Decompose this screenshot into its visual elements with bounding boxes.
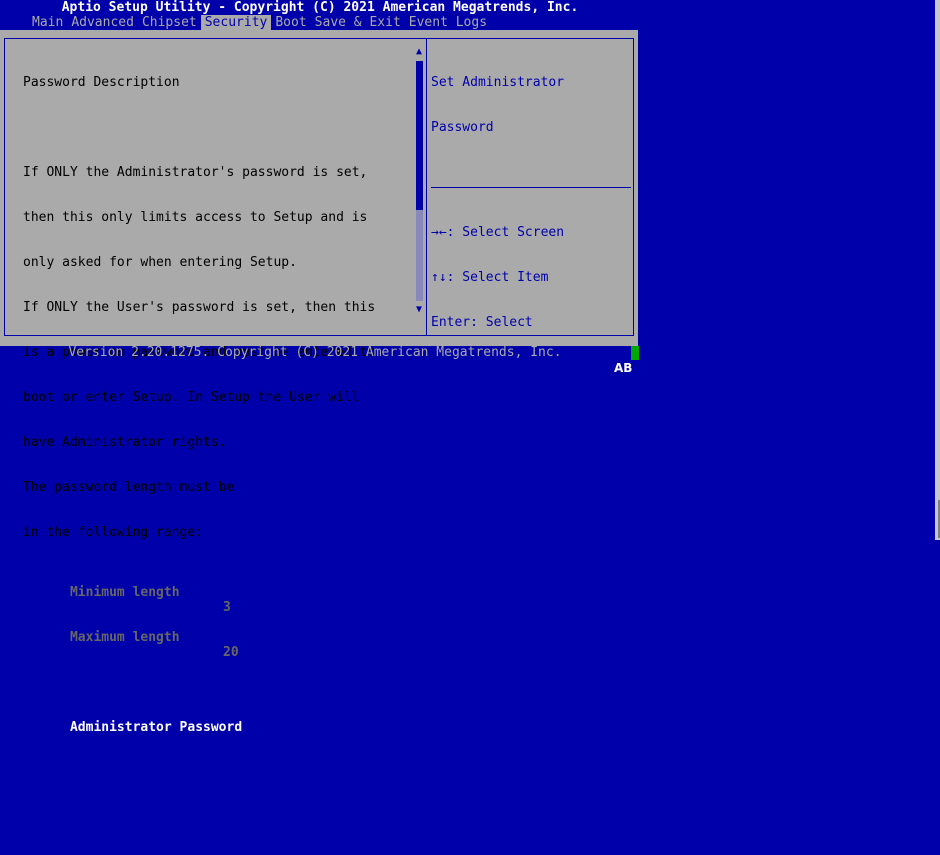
tab-security[interactable]: Security [200,15,272,30]
description-line: have Administrator rights. [23,435,227,450]
help-text: Set Administrator Password [431,45,564,165]
key-enter-select: Enter: Select [431,315,533,330]
max-length-row: Maximum length 20 [23,615,375,660]
version-footer: Version 2.20.1275. Copyright (C) 2021 Am… [68,345,562,360]
list-scrollbar[interactable]: ▲ ▼ [414,46,424,318]
description-line: If ONLY the Administrator's password is … [23,165,368,180]
min-length-row: Minimum length 3 [23,570,375,615]
scroll-up-icon[interactable]: ▲ [414,46,424,58]
app-title: Aptio Setup Utility - Copyright (C) 2021… [61,0,579,15]
scrollbar-track[interactable] [416,61,423,301]
description-line: If ONLY the User's password is set, then… [23,300,376,315]
help-divider [431,187,631,188]
vertical-divider [426,38,427,336]
description-line: then this only limits access to Setup an… [23,210,368,225]
status-indicator [631,346,639,360]
scroll-down-icon[interactable]: ▼ [414,304,424,316]
key-esc-exit: ESC: Exit [431,585,502,600]
main-panel: Password Description If ONLY the Adminis… [0,30,638,840]
user-password-item[interactable]: User Password [23,750,375,780]
description-line: The password length must be [23,480,235,495]
item-label: Administrator Password [69,720,243,735]
key-select-item: ↑↓: Select Item [431,270,549,285]
tab-save-exit[interactable]: Save & Exit [311,15,405,30]
help-line: Set Administrator [431,75,565,90]
settings-list: Password Description If ONLY the Adminis… [23,45,375,840]
tab-boot[interactable]: Boot [271,15,310,30]
max-length-label: Maximum length [69,630,180,645]
description-line: boot or enter Setup. In Setup the User w… [23,390,360,405]
key-change-opt: +/-: Change Opt. [431,360,557,375]
tab-event-logs[interactable]: Event Logs [405,15,491,30]
max-length-value: 20 [223,645,239,660]
description-heading: Password Description [23,75,180,90]
help-line: Password [431,120,494,135]
key-general-help: F1: General Help [431,405,557,420]
item-label: HDD BootSector Write [69,810,227,825]
menu-bar: Main Advanced Chipset Security Boot Save… [28,15,491,30]
key-legend: →←: Select Screen ↑↓: Select Item Enter:… [431,195,603,630]
description-line: in the following range: [23,525,204,540]
min-length-value: 3 [223,600,231,615]
scrollbar-thumb[interactable] [416,61,423,210]
administrator-password-item[interactable]: Administrator Password [23,705,375,735]
description-line: only asked for when entering Setup. [23,255,297,270]
tab-main[interactable]: Main [28,15,67,30]
item-label: User Password [69,765,172,780]
post-code: AB [614,361,633,375]
hdd-bootsector-write-item[interactable]: HDD BootSector Write [Normal] [23,795,375,840]
key-select-screen: →←: Select Screen [431,225,565,240]
tab-advanced[interactable]: Advanced [67,15,138,30]
key-save-exit: F4: Save & Exit [431,540,549,555]
min-length-label: Minimum length [69,585,180,600]
hdd-bootsector-write-value[interactable]: [Normal] [223,825,286,840]
tab-chipset[interactable]: Chipset [138,15,201,30]
right-edge-scrollbar[interactable] [935,0,940,540]
key-previous-values: F2: Previous Values [431,450,580,465]
key-optimized-defaults: F3: Optimized Defaults [431,495,604,510]
